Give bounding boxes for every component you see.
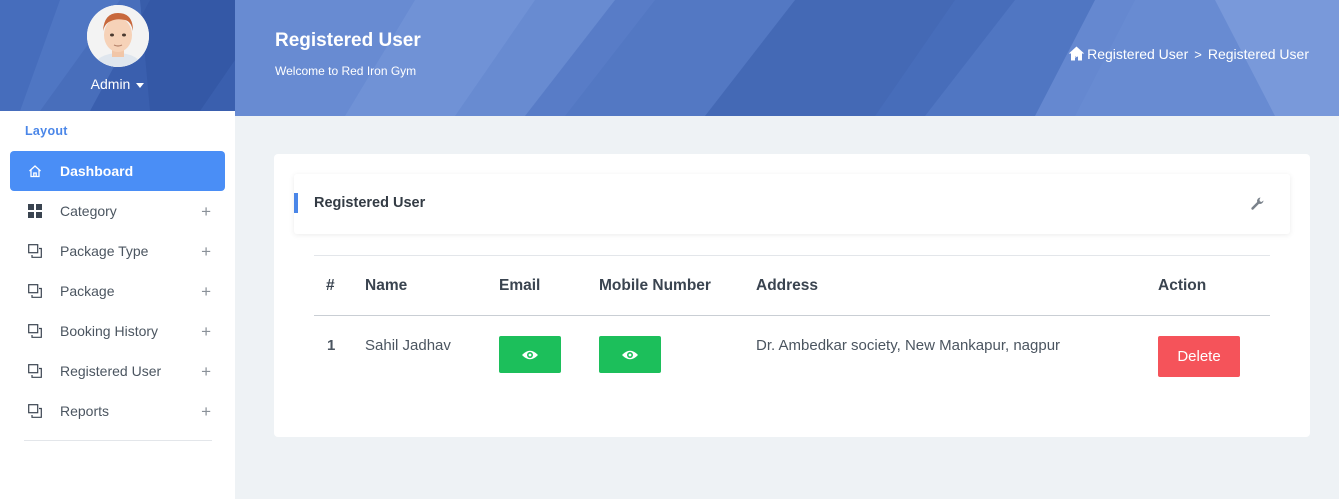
sidebar-item-reports[interactable]: Reports +	[10, 391, 225, 431]
admin-menu-toggle[interactable]: Admin	[0, 76, 235, 92]
column-header-action: Action	[1158, 277, 1207, 294]
registered-user-card: Registered User # Name Email Mobile Numb…	[274, 154, 1310, 437]
column-header-mobile: Mobile Number	[599, 277, 711, 294]
copy-icon	[28, 244, 42, 258]
caret-down-icon	[136, 82, 145, 88]
copy-icon	[28, 404, 42, 418]
sidebar-item-registered-user[interactable]: Registered User +	[10, 351, 225, 391]
copy-icon	[28, 324, 42, 338]
row-address: Dr. Ambedkar society, New Mankapur, nagp…	[756, 337, 1061, 354]
expand-plus-icon[interactable]: +	[201, 402, 211, 422]
sidebar-item-label: Booking History	[60, 323, 159, 339]
column-header-email: Email	[499, 277, 541, 294]
sidebar-item-label: Package	[60, 283, 115, 299]
sidebar-menu: Dashboard Category + Package Type + Pack…	[10, 151, 225, 431]
sidebar-item-label: Category	[60, 203, 117, 219]
expand-plus-icon[interactable]: +	[201, 362, 211, 382]
sidebar-divider	[24, 440, 212, 441]
table-row: 1 Sahil Jadhav Dr. Ambedkar society, New…	[314, 316, 1270, 396]
table-header-row: # Name Email Mobile Number Address Actio…	[314, 255, 1270, 316]
card-header-accent-bar	[294, 193, 298, 213]
eye-icon	[521, 349, 539, 361]
eye-icon	[621, 349, 639, 361]
row-index: 1	[327, 337, 336, 354]
home-icon	[28, 164, 42, 178]
delete-button[interactable]: Delete	[1158, 336, 1240, 377]
expand-plus-icon[interactable]: +	[201, 242, 211, 262]
row-name: Sahil Jadhav	[365, 337, 451, 354]
column-header-name: Name	[365, 277, 408, 294]
expand-plus-icon[interactable]: +	[201, 202, 211, 222]
view-mobile-button[interactable]	[599, 336, 661, 373]
expand-plus-icon[interactable]: +	[201, 322, 211, 342]
sidebar: Admin Layout Dashboard Category + Packag…	[0, 0, 235, 499]
grid-icon	[28, 204, 42, 218]
page-subtitle: Welcome to Red Iron Gym	[275, 64, 417, 78]
sidebar-item-package[interactable]: Package +	[10, 271, 225, 311]
sidebar-item-label: Reports	[60, 403, 110, 419]
copy-icon	[28, 364, 42, 378]
users-table: # Name Email Mobile Number Address Actio…	[314, 255, 1270, 396]
sidebar-item-category[interactable]: Category +	[10, 191, 225, 231]
wrench-icon[interactable]	[1250, 196, 1266, 212]
copy-icon	[28, 284, 42, 298]
column-header-address: Address	[756, 277, 819, 294]
sidebar-item-dashboard[interactable]: Dashboard	[10, 151, 225, 191]
sidebar-section-label: Layout	[25, 124, 68, 138]
breadcrumb-item[interactable]: Registered User	[1087, 46, 1188, 62]
sidebar-item-booking-history[interactable]: Booking History +	[10, 311, 225, 351]
admin-name: Admin	[90, 76, 131, 92]
breadcrumb-separator: >	[1194, 46, 1202, 62]
expand-plus-icon[interactable]: +	[201, 282, 211, 302]
avatar[interactable]	[87, 5, 149, 67]
sidebar-item-label: Dashboard	[60, 163, 134, 179]
sidebar-item-label: Registered User	[60, 363, 162, 379]
page-title: Registered User	[275, 30, 421, 51]
page-header-banner: Registered User Welcome to Red Iron Gym …	[235, 0, 1339, 116]
column-header-index: #	[326, 277, 335, 294]
card-header: Registered User	[294, 174, 1290, 234]
card-title: Registered User	[314, 195, 426, 211]
sidebar-item-label: Package Type	[60, 243, 149, 259]
breadcrumb-item-current: Registered User	[1207, 46, 1309, 62]
sidebar-item-package-type[interactable]: Package Type +	[10, 231, 225, 271]
breadcrumb: > Registered User > Registered User	[1068, 46, 1309, 62]
sidebar-profile-header: Admin	[0, 0, 235, 111]
view-email-button[interactable]	[499, 336, 561, 373]
